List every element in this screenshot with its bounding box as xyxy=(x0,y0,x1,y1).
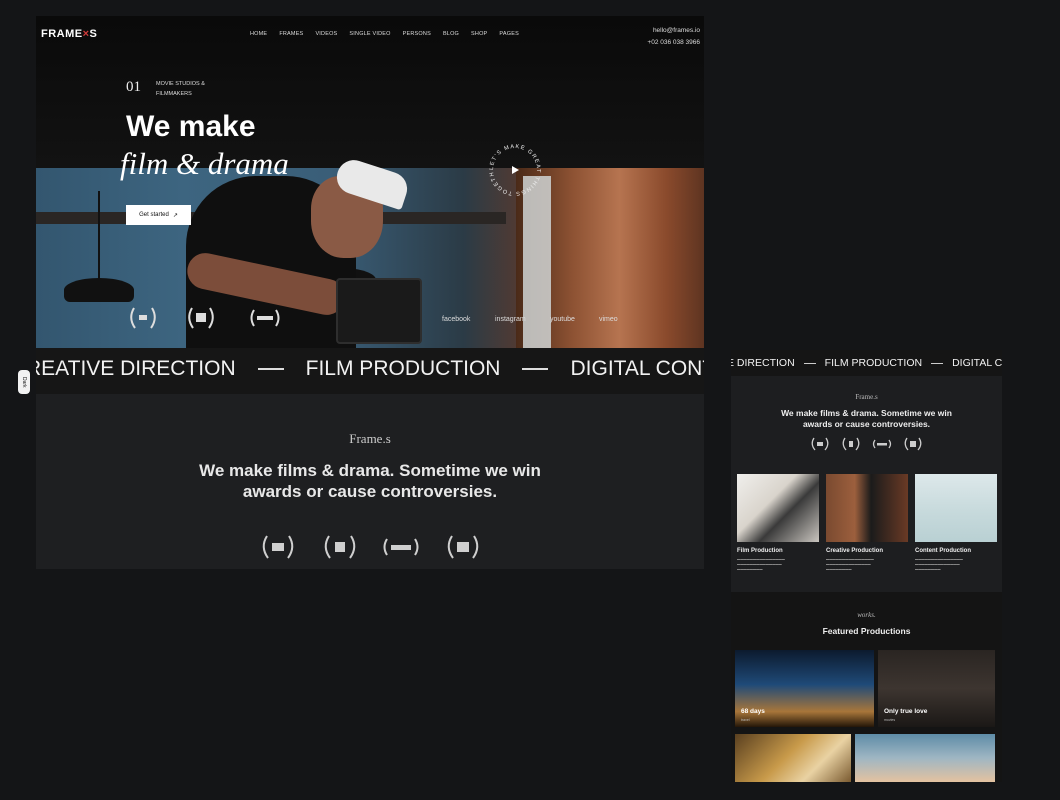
service-description: ▬▬▬▬▬▬▬▬▬▬▬▬▬▬▬ ▬▬▬▬▬▬▬▬▬▬▬▬▬▬ ▬▬▬▬▬▬▬▬ xyxy=(737,557,785,571)
lamp xyxy=(64,278,134,302)
hero-studios-label: MOVIE STUDIOS & FILMMAKERS xyxy=(156,81,205,97)
brand-suffix: S xyxy=(89,28,98,40)
marquee-divider xyxy=(803,362,816,364)
service-image xyxy=(826,474,908,542)
main-nav: HOME FRAMES VIDEOS SINGLE VIDEO PERSONS … xyxy=(250,31,519,37)
service-card[interactable]: Creative Production ▬▬▬▬▬▬▬▬▬▬▬▬▬▬▬ ▬▬▬▬▬… xyxy=(826,474,908,572)
marquee-divider xyxy=(931,362,944,364)
nav-item-shop[interactable]: SHOP xyxy=(471,31,487,37)
contact-email[interactable]: hello@frames.io xyxy=(647,25,700,37)
nav-item-videos[interactable]: VIDEOS xyxy=(315,31,337,37)
marquee-divider xyxy=(257,368,284,370)
arrow-up-right-icon: ↗ xyxy=(172,212,178,219)
hero-number: 01 xyxy=(126,79,141,95)
work-title: Only true love xyxy=(884,708,928,715)
work-card[interactable]: Only true love movies xyxy=(878,650,995,727)
nav-item-persons[interactable]: PERSONS xyxy=(403,31,431,37)
contact-phone[interactable]: +02 036 038 3966 xyxy=(647,37,700,49)
intro-headline: We make films & drama. Sometime we win a… xyxy=(36,460,704,502)
service-image xyxy=(915,474,997,542)
marquee-item: DIGITAL CONTENT xyxy=(570,357,704,380)
brand-logo[interactable]: FRAME×S xyxy=(41,28,97,40)
work-card[interactable] xyxy=(735,734,851,782)
mobile-headline: We make films & drama. Sometime we win a… xyxy=(731,408,1002,430)
laurel-award-icon xyxy=(262,535,294,559)
nav-item-blog[interactable]: BLOG xyxy=(443,31,459,37)
service-image xyxy=(737,474,819,542)
hero-photo-doorframe xyxy=(523,176,551,348)
laurel-award-icon xyxy=(447,535,479,559)
service-description: ▬▬▬▬▬▬▬▬▬▬▬▬▬▬▬ ▬▬▬▬▬▬▬▬▬▬▬▬▬▬ ▬▬▬▬▬▬▬▬ xyxy=(826,557,874,571)
social-youtube[interactable]: youtube xyxy=(550,316,575,323)
marquee-divider xyxy=(522,368,549,370)
hero-title-line1: We make xyxy=(126,110,256,143)
nav-item-single-video[interactable]: SINGLE VIDEO xyxy=(349,31,390,37)
mobile-headline-line2: awards or cause controversies. xyxy=(802,419,931,429)
service-name: Film Production xyxy=(737,548,783,554)
laurel-award-icon xyxy=(250,309,280,327)
marquee-item: REATIVE DIRECTION xyxy=(36,357,236,380)
hero-section: FRAME×S HOME FRAMES VIDEOS SINGLE VIDEO … xyxy=(36,16,704,348)
header-contact: hello@frames.io +02 036 038 3966 xyxy=(647,25,700,49)
mobile-brand: Frame.s xyxy=(855,393,878,401)
intro-brand: Frame.s xyxy=(349,431,391,446)
work-subtitle: movies xyxy=(884,718,896,722)
get-started-button[interactable]: Get started ↗ xyxy=(126,205,191,225)
play-showreel-badge[interactable]: LET'S MAKE GREAT THINGS TOGETHER xyxy=(486,141,544,199)
social-instagram[interactable]: instagram xyxy=(495,316,526,323)
intro-headline-line1: We make films & drama. Sometime we win xyxy=(199,461,541,480)
intro-section: Frame.s We make films & drama. Sometime … xyxy=(36,394,704,569)
mobile-headline-line1: We make films & drama. Sometime we win xyxy=(781,408,952,418)
work-subtitle: travel xyxy=(741,718,750,722)
service-name: Creative Production xyxy=(826,548,884,554)
work-card[interactable]: 68 days travel xyxy=(735,650,874,727)
work-card[interactable] xyxy=(855,734,995,782)
hero-camera xyxy=(336,278,422,344)
works-label: works. xyxy=(857,611,876,619)
works-section: works. Featured Productions 68 days trav… xyxy=(731,592,1002,782)
intro-headline-line2: awards or cause controversies. xyxy=(242,482,498,501)
theme-toggle-tab[interactable]: Dark xyxy=(18,370,30,394)
marquee-item: DIGITAL CONTI xyxy=(952,357,1002,369)
laurel-award-icon xyxy=(811,437,829,451)
work-title: 68 days xyxy=(741,708,765,715)
nav-item-home[interactable]: HOME xyxy=(250,31,267,37)
social-vimeo[interactable]: vimeo xyxy=(599,316,618,323)
laurel-award-icon xyxy=(324,535,356,559)
desktop-mockup: FRAME×S HOME FRAMES VIDEOS SINGLE VIDEO … xyxy=(36,16,704,569)
social-facebook[interactable]: facebook xyxy=(442,316,470,323)
marquee-item: FILM PRODUCTION xyxy=(824,357,923,369)
laurel-award-icon xyxy=(872,439,892,449)
laurel-award-icon xyxy=(188,307,214,329)
brand-name: FRAME xyxy=(41,28,83,40)
play-icon xyxy=(512,166,519,174)
get-started-label: Get started xyxy=(139,212,169,218)
hero-title-line2: film & drama xyxy=(120,146,289,181)
laurel-award-icon xyxy=(842,437,860,451)
nav-item-frames[interactable]: FRAMES xyxy=(279,31,303,37)
laurel-award-icon xyxy=(904,437,922,451)
mobile-mockup: E DIRECTION FILM PRODUCTION DIGITAL CONT… xyxy=(731,350,1002,782)
service-card[interactable]: Film Production ▬▬▬▬▬▬▬▬▬▬▬▬▬▬▬ ▬▬▬▬▬▬▬▬▬… xyxy=(737,474,819,572)
service-name: Content Production xyxy=(915,548,971,554)
marquee-item: E DIRECTION xyxy=(731,357,795,369)
lamp-cord xyxy=(98,191,100,281)
service-card[interactable]: Content Production ▬▬▬▬▬▬▬▬▬▬▬▬▬▬▬ ▬▬▬▬▬▬… xyxy=(915,474,997,572)
services-marquee: REATIVE DIRECTION FILM PRODUCTION DIGITA… xyxy=(36,348,704,394)
service-description: ▬▬▬▬▬▬▬▬▬▬▬▬▬▬▬ ▬▬▬▬▬▬▬▬▬▬▬▬▬▬ ▬▬▬▬▬▬▬▬ xyxy=(915,557,963,571)
nav-item-pages[interactable]: PAGES xyxy=(499,31,519,37)
laurel-award-icon xyxy=(130,307,156,329)
mobile-services-marquee: E DIRECTION FILM PRODUCTION DIGITAL CONT… xyxy=(731,350,1002,376)
works-title: Featured Productions xyxy=(822,626,911,636)
laurel-award-icon xyxy=(383,538,419,556)
marquee-item: FILM PRODUCTION xyxy=(305,357,501,380)
brand-mark: × xyxy=(82,28,90,40)
